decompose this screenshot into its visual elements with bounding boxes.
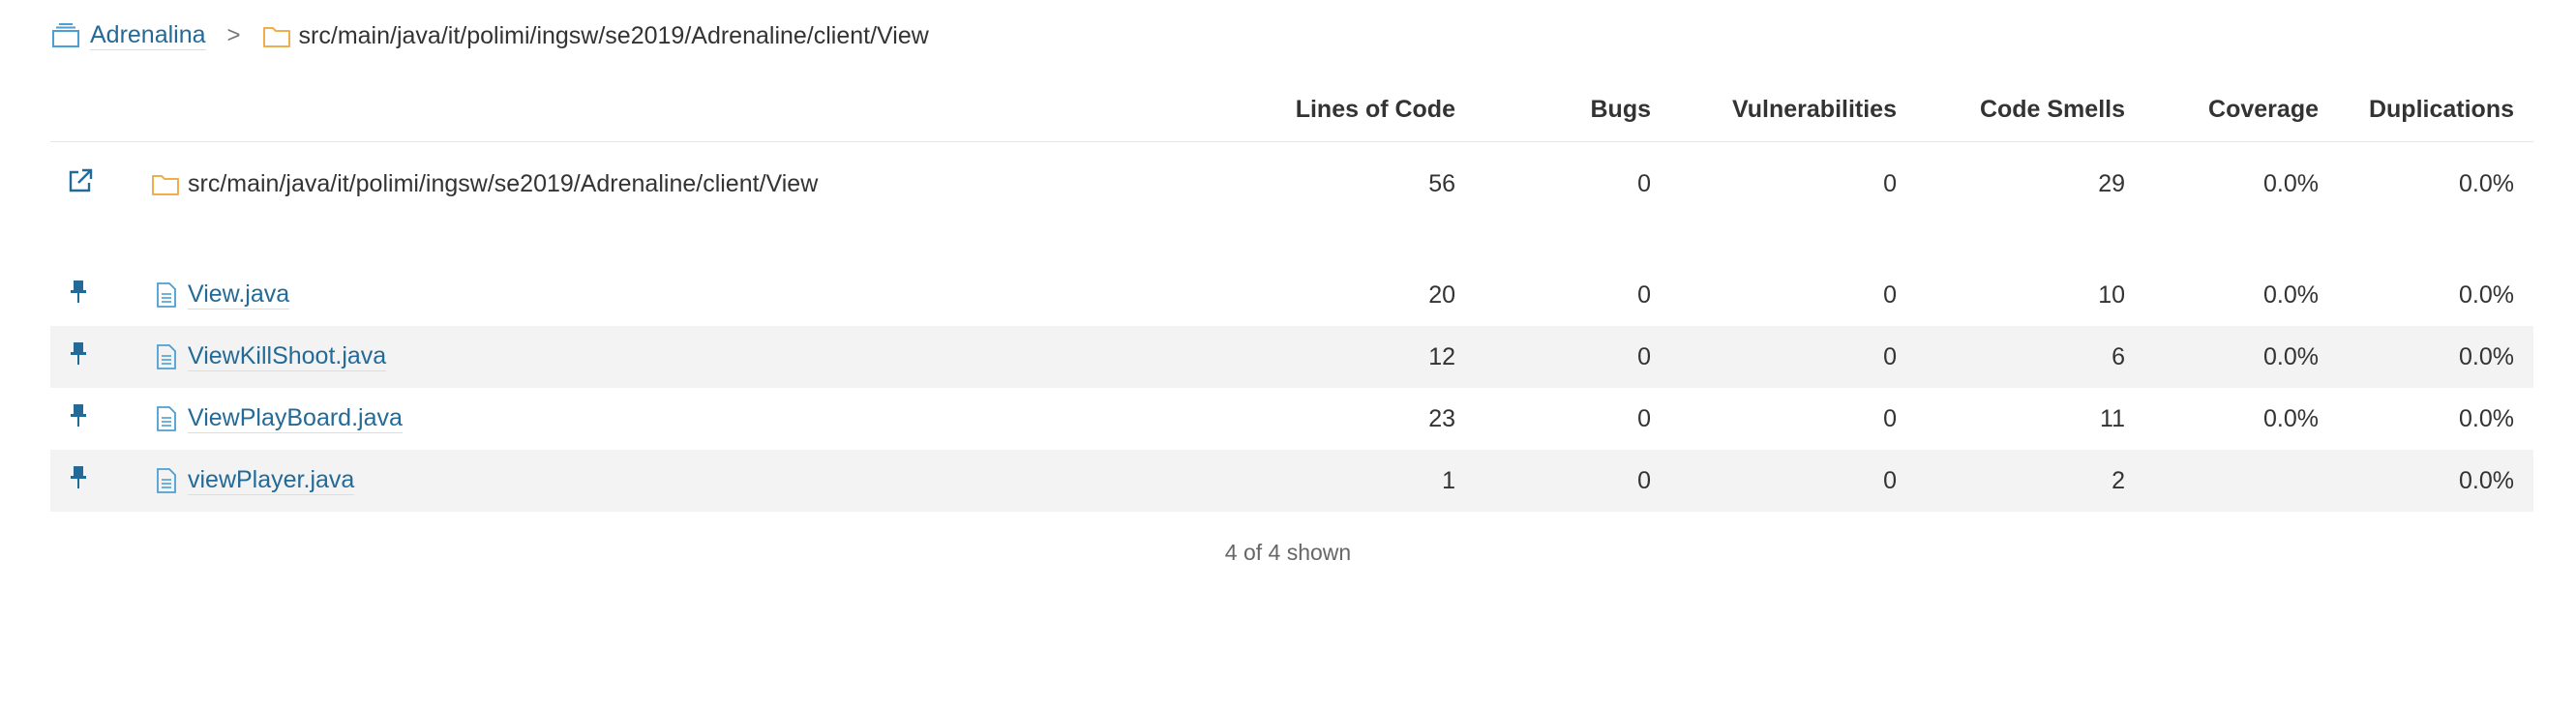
pin-icon[interactable] — [68, 401, 89, 430]
table-row[interactable]: View.java 20 0 0 10 0.0% 0.0% — [50, 264, 2533, 326]
duplications-value: 0.0% — [2459, 280, 2514, 309]
header-duplications: Duplications — [2338, 77, 2533, 142]
bugs-value: 0 — [1637, 404, 1651, 432]
base-component-name-cell: src/main/java/it/polimi/ingsw/se2019/Adr… — [151, 142, 1183, 226]
file-name-link[interactable]: ViewKillShoot.java — [188, 342, 387, 371]
lines-of-code-value: 56 — [1428, 169, 1455, 197]
breadcrumb-current-path: src/main/java/it/polimi/ingsw/se2019/Adr… — [298, 21, 929, 49]
file-icon — [151, 466, 180, 495]
lines-of-code-value: 20 — [1428, 280, 1455, 309]
external-link-icon[interactable] — [66, 166, 95, 195]
folder-icon — [262, 23, 291, 48]
folder-icon — [151, 169, 180, 198]
breadcrumb-separator: > — [226, 22, 241, 48]
duplications-value: 0.0% — [2459, 404, 2514, 432]
header-lines-of-code: Lines of Code — [1183, 77, 1475, 142]
coverage-value: 0.0% — [2263, 404, 2319, 432]
table-header-row: Lines of Code Bugs Vulnerabilities Code … — [50, 77, 2533, 142]
code-smells-value: 11 — [2100, 404, 2125, 432]
vulnerabilities-value: 0 — [1883, 280, 1897, 309]
coverage-value — [2144, 450, 2338, 512]
base-component-name: src/main/java/it/polimi/ingsw/se2019/Adr… — [188, 169, 819, 197]
breadcrumb-project-link[interactable]: Adrenalina — [90, 21, 206, 50]
lines-of-code-value: 12 — [1183, 326, 1475, 388]
duplications-value: 0.0% — [2338, 450, 2533, 512]
spacer-row — [50, 225, 2533, 264]
pin-icon[interactable] — [68, 463, 89, 492]
vulnerabilities-value: 0 — [1670, 450, 1916, 512]
table-row[interactable]: ViewKillShoot.java 12 0 0 6 0.0% 0.0% — [50, 326, 2533, 388]
open-component-cell — [50, 142, 151, 226]
table-row[interactable]: ViewPlayBoard.java 23 0 0 11 0.0% 0.0% — [50, 388, 2533, 450]
file-icon — [151, 280, 180, 310]
vulnerabilities-value: 0 — [1883, 169, 1897, 197]
code-smells-value: 2 — [1916, 450, 2144, 512]
breadcrumb: Adrenalina > src/main/java/it/polimi/ing… — [51, 19, 929, 52]
lines-of-code-value: 23 — [1428, 404, 1455, 432]
bugs-value: 0 — [1475, 326, 1670, 388]
vulnerabilities-value: 0 — [1670, 326, 1916, 388]
file-name-link[interactable]: View.java — [188, 280, 290, 310]
file-name-link[interactable]: viewPlayer.java — [188, 466, 355, 495]
file-icon — [151, 404, 180, 433]
header-vulnerabilities: Vulnerabilities — [1670, 77, 1916, 142]
vulnerabilities-value: 0 — [1883, 404, 1897, 432]
table-row[interactable]: viewPlayer.java 1 0 0 2 0.0% — [50, 450, 2533, 512]
file-name-link[interactable]: ViewPlayBoard.java — [188, 404, 403, 433]
code-smells-value: 29 — [2098, 169, 2125, 197]
base-component-row: src/main/java/it/polimi/ingsw/se2019/Adr… — [50, 142, 2533, 226]
header-spacer-name — [151, 77, 1183, 142]
header-code-smells: Code Smells — [1916, 77, 2144, 142]
header-coverage: Coverage — [2144, 77, 2338, 142]
bugs-value: 0 — [1637, 280, 1651, 309]
bugs-value: 0 — [1637, 169, 1651, 197]
duplications-value: 0.0% — [2338, 326, 2533, 388]
bugs-value: 0 — [1475, 450, 1670, 512]
file-icon — [151, 342, 180, 371]
component-measures-table: Lines of Code Bugs Vulnerabilities Code … — [50, 77, 2533, 512]
header-spacer-icon — [50, 77, 151, 142]
lines-of-code-value: 1 — [1183, 450, 1475, 512]
coverage-value: 0.0% — [2144, 326, 2338, 388]
duplications-value: 0.0% — [2459, 169, 2514, 197]
header-bugs: Bugs — [1475, 77, 1670, 142]
coverage-value: 0.0% — [2263, 169, 2319, 197]
project-icon — [51, 23, 80, 48]
coverage-value: 0.0% — [2263, 280, 2319, 309]
pin-icon[interactable] — [68, 278, 89, 307]
shown-count: 4 of 4 shown — [1224, 540, 1352, 565]
pin-icon[interactable] — [68, 339, 89, 369]
code-smells-value: 6 — [1916, 326, 2144, 388]
code-smells-value: 10 — [2098, 280, 2125, 309]
